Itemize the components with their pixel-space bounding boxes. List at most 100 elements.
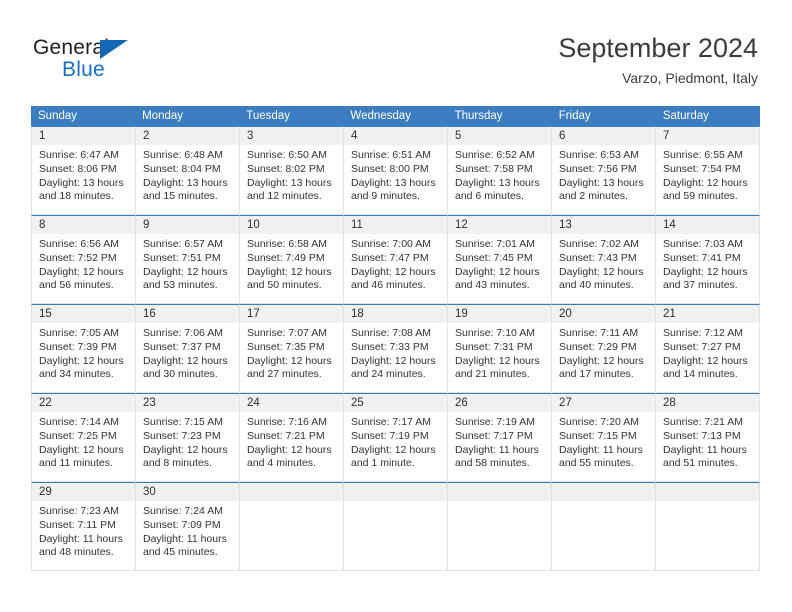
sunset-text: Sunset: 7:41 PM [663, 251, 741, 264]
sunrise-text: Sunrise: 7:21 AM [663, 416, 743, 428]
daylight-text-line1: Daylight: 12 hours [663, 354, 748, 367]
sunset-text: Sunset: 7:19 PM [351, 429, 429, 442]
day-number: 10 [240, 216, 343, 234]
daylight-text-line2: and 11 minutes. [39, 457, 113, 470]
daylight-text-line1: Daylight: 12 hours [39, 265, 124, 278]
day-cell[interactable]: 17 Sunrise: 7:07 AM Sunset: 7:35 PM Dayl… [240, 304, 344, 393]
day-cell[interactable]: 20 Sunrise: 7:11 AM Sunset: 7:29 PM Dayl… [552, 304, 656, 393]
day-number [344, 483, 447, 501]
day-cell[interactable]: 22 Sunrise: 7:14 AM Sunset: 7:25 PM Dayl… [31, 393, 136, 482]
sunrise-text: Sunrise: 7:01 AM [455, 238, 535, 250]
day-number: 14 [656, 216, 759, 234]
day-cell[interactable]: 3 Sunrise: 6:50 AM Sunset: 8:02 PM Dayli… [240, 126, 344, 215]
day-cell[interactable]: 14 Sunrise: 7:03 AM Sunset: 7:41 PM Dayl… [656, 215, 760, 304]
sunset-text: Sunset: 7:17 PM [455, 429, 533, 442]
sunset-text: Sunset: 7:25 PM [39, 429, 117, 442]
sunset-text: Sunset: 7:21 PM [247, 429, 325, 442]
page-title: September 2024 [558, 33, 758, 63]
daylight-text-line1: Daylight: 11 hours [559, 443, 643, 456]
day-cell[interactable]: 30 Sunrise: 7:24 AM Sunset: 7:09 PM Dayl… [136, 482, 240, 571]
sunset-text: Sunset: 8:06 PM [39, 162, 117, 175]
day-cell[interactable]: 11 Sunrise: 7:00 AM Sunset: 7:47 PM Dayl… [344, 215, 448, 304]
sunrise-text: Sunrise: 6:57 AM [143, 238, 223, 250]
day-cell[interactable]: 27 Sunrise: 7:20 AM Sunset: 7:15 PM Dayl… [552, 393, 656, 482]
sunrise-text: Sunrise: 7:14 AM [39, 416, 119, 428]
day-cell[interactable]: 10 Sunrise: 6:58 AM Sunset: 7:49 PM Dayl… [240, 215, 344, 304]
day-cell[interactable]: 4 Sunrise: 6:51 AM Sunset: 8:00 PM Dayli… [344, 126, 448, 215]
day-number [552, 483, 655, 501]
day-cell[interactable]: 12 Sunrise: 7:01 AM Sunset: 7:45 PM Dayl… [448, 215, 552, 304]
day-cell[interactable]: 8 Sunrise: 6:56 AM Sunset: 7:52 PM Dayli… [31, 215, 136, 304]
sunrise-text: Sunrise: 7:07 AM [247, 327, 327, 339]
sunset-text: Sunset: 7:23 PM [143, 429, 221, 442]
day-details: Sunrise: 6:53 AM Sunset: 7:56 PM Dayligh… [552, 145, 655, 204]
sunrise-text: Sunrise: 6:47 AM [39, 149, 119, 161]
day-cell[interactable]: 7 Sunrise: 6:55 AM Sunset: 7:54 PM Dayli… [656, 126, 760, 215]
day-number: 2 [136, 127, 239, 145]
day-number [656, 483, 759, 501]
sunrise-text: Sunrise: 6:48 AM [143, 149, 223, 161]
day-number: 26 [448, 394, 551, 412]
sunset-text: Sunset: 7:29 PM [559, 340, 637, 353]
sunrise-text: Sunrise: 7:23 AM [39, 505, 119, 517]
day-details: Sunrise: 7:19 AM Sunset: 7:17 PM Dayligh… [448, 412, 551, 471]
day-number: 5 [448, 127, 551, 145]
day-number: 27 [552, 394, 655, 412]
day-cell[interactable]: 21 Sunrise: 7:12 AM Sunset: 7:27 PM Dayl… [656, 304, 760, 393]
sunset-text: Sunset: 7:13 PM [663, 429, 741, 442]
daylight-text-line2: and 9 minutes. [351, 190, 420, 203]
day-cell[interactable]: 24 Sunrise: 7:16 AM Sunset: 7:21 PM Dayl… [240, 393, 344, 482]
sunset-text: Sunset: 7:49 PM [247, 251, 325, 264]
day-cell[interactable]: 13 Sunrise: 7:02 AM Sunset: 7:43 PM Dayl… [552, 215, 656, 304]
daylight-text-line1: Daylight: 12 hours [559, 354, 644, 367]
day-number: 8 [32, 216, 135, 234]
day-cell[interactable]: 26 Sunrise: 7:19 AM Sunset: 7:17 PM Dayl… [448, 393, 552, 482]
sunset-text: Sunset: 7:58 PM [455, 162, 533, 175]
sunset-text: Sunset: 7:56 PM [559, 162, 637, 175]
day-cell[interactable]: 18 Sunrise: 7:08 AM Sunset: 7:33 PM Dayl… [344, 304, 448, 393]
day-cell[interactable]: 2 Sunrise: 6:48 AM Sunset: 8:04 PM Dayli… [136, 126, 240, 215]
day-cell-empty [656, 482, 760, 571]
weekday-header-friday: Friday [558, 110, 591, 122]
sunset-text: Sunset: 7:47 PM [351, 251, 429, 264]
daylight-text-line1: Daylight: 13 hours [559, 176, 644, 189]
daylight-text-line2: and 53 minutes. [143, 279, 218, 292]
day-cell[interactable]: 1 Sunrise: 6:47 AM Sunset: 8:06 PM Dayli… [31, 126, 136, 215]
daylight-text-line1: Daylight: 12 hours [143, 354, 228, 367]
day-number: 1 [32, 127, 135, 145]
day-cell[interactable]: 15 Sunrise: 7:05 AM Sunset: 7:39 PM Dayl… [31, 304, 136, 393]
day-cell[interactable]: 6 Sunrise: 6:53 AM Sunset: 7:56 PM Dayli… [552, 126, 656, 215]
day-number: 17 [240, 305, 343, 323]
day-cell[interactable]: 9 Sunrise: 6:57 AM Sunset: 7:51 PM Dayli… [136, 215, 240, 304]
sunrise-text: Sunrise: 6:56 AM [39, 238, 119, 250]
day-number: 24 [240, 394, 343, 412]
day-cell[interactable]: 19 Sunrise: 7:10 AM Sunset: 7:31 PM Dayl… [448, 304, 552, 393]
daylight-text-line2: and 58 minutes. [455, 457, 530, 470]
day-details: Sunrise: 6:51 AM Sunset: 8:00 PM Dayligh… [344, 145, 447, 204]
day-cell[interactable]: 5 Sunrise: 6:52 AM Sunset: 7:58 PM Dayli… [448, 126, 552, 215]
day-cell[interactable]: 16 Sunrise: 7:06 AM Sunset: 7:37 PM Dayl… [136, 304, 240, 393]
sunrise-text: Sunrise: 7:19 AM [455, 416, 535, 428]
day-cell[interactable]: 25 Sunrise: 7:17 AM Sunset: 7:19 PM Dayl… [344, 393, 448, 482]
day-cell-empty [448, 482, 552, 571]
sunrise-text: Sunrise: 7:10 AM [455, 327, 535, 339]
daylight-text-line2: and 15 minutes. [143, 190, 218, 203]
logo-triangle-icon [100, 40, 128, 59]
sunset-text: Sunset: 7:51 PM [143, 251, 221, 264]
day-cell[interactable]: 29 Sunrise: 7:23 AM Sunset: 7:11 PM Dayl… [31, 482, 136, 571]
daylight-text-line1: Daylight: 12 hours [663, 265, 748, 278]
sunrise-text: Sunrise: 7:05 AM [39, 327, 119, 339]
day-details: Sunrise: 6:50 AM Sunset: 8:02 PM Dayligh… [240, 145, 343, 204]
calendar-week-row: 15 Sunrise: 7:05 AM Sunset: 7:39 PM Dayl… [31, 304, 760, 393]
page-subtitle-location: Varzo, Piedmont, Italy [622, 70, 758, 86]
sunrise-text: Sunrise: 6:55 AM [663, 149, 743, 161]
day-cell[interactable]: 23 Sunrise: 7:15 AM Sunset: 7:23 PM Dayl… [136, 393, 240, 482]
daylight-text-line1: Daylight: 12 hours [247, 265, 332, 278]
daylight-text-line1: Daylight: 12 hours [351, 265, 436, 278]
day-details: Sunrise: 6:57 AM Sunset: 7:51 PM Dayligh… [136, 234, 239, 293]
calendar-week-row: 8 Sunrise: 6:56 AM Sunset: 7:52 PM Dayli… [31, 215, 760, 304]
weekday-header-saturday: Saturday [662, 110, 709, 122]
sunset-text: Sunset: 7:52 PM [39, 251, 117, 264]
weekday-header-monday: Monday [142, 110, 184, 122]
day-cell[interactable]: 28 Sunrise: 7:21 AM Sunset: 7:13 PM Dayl… [656, 393, 760, 482]
